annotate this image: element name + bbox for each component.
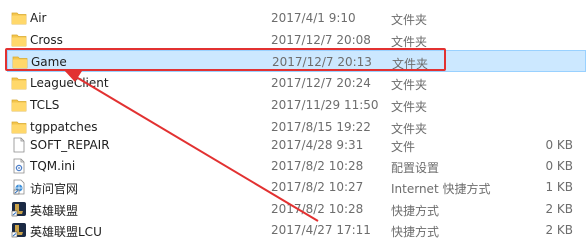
file-row-leagueclient[interactable]: LeagueClient 2017/12/7 20:24 文件夹	[7, 72, 586, 94]
file-name: 英雄联盟	[30, 204, 79, 218]
file-name: tgppatches	[30, 120, 98, 134]
file-date: 2017/8/15 19:22	[271, 120, 371, 134]
file-size: 0 KB	[545, 138, 573, 152]
game-shortcut-icon	[11, 201, 27, 217]
folder-icon	[11, 10, 27, 26]
folder-icon	[11, 32, 27, 48]
file-size: 2 KB	[545, 202, 573, 216]
file-date: 2017/4/28 9:31	[271, 138, 364, 152]
file-date: 2017/8/2 10:27	[271, 180, 364, 194]
file-name: TCLS	[30, 98, 60, 112]
file-size: 2 KB	[545, 223, 573, 237]
file-date: 2017/4/1 9:10	[271, 11, 356, 25]
file-row-air[interactable]: Air 2017/4/1 9:10 文件夹	[7, 7, 586, 29]
file-list: Air 2017/4/1 9:10 文件夹 Cross 2017/12/7 20…	[0, 0, 586, 244]
file-row-visit-website[interactable]: 访问官网 2017/8/2 10:27 Internet 快捷方式 1 KB	[7, 176, 586, 198]
file-date: 2017/12/7 20:24	[271, 76, 371, 90]
file-type: 文件夹	[391, 78, 428, 92]
annotation-highlight-box	[5, 48, 446, 71]
folder-icon	[11, 75, 27, 91]
file-date: 2017/4/27 17:11	[271, 223, 371, 237]
ini-file-icon	[11, 158, 27, 174]
file-type: Internet 快捷方式	[391, 182, 491, 196]
file-name: Air	[30, 11, 47, 25]
file-row-tcls[interactable]: TCLS 2017/11/29 11:50 文件夹	[7, 94, 586, 116]
file-size: 1 KB	[545, 180, 573, 194]
file-name: 英雄联盟LCU	[30, 225, 102, 239]
file-name: Cross	[30, 33, 63, 47]
file-type: 快捷方式	[391, 204, 440, 218]
file-size: 0 KB	[545, 159, 573, 173]
folder-icon	[11, 119, 27, 135]
blank-file-icon	[11, 137, 27, 153]
file-type: 文件夹	[391, 13, 428, 27]
file-name: TQM.ini	[30, 159, 76, 173]
file-date: 2017/8/2 10:28	[271, 202, 364, 216]
file-type: 配置设置	[391, 161, 440, 175]
file-row-lol-shortcut[interactable]: 英雄联盟 2017/8/2 10:28 快捷方式 2 KB	[7, 198, 586, 220]
file-name: LeagueClient	[30, 76, 109, 90]
game-shortcut-icon	[11, 222, 27, 238]
file-date: 2017/8/2 10:28	[271, 159, 364, 173]
file-row-soft-repair[interactable]: SOFT_REPAIR 2017/4/28 9:31 文件 0 KB	[7, 134, 586, 156]
folder-icon	[11, 97, 27, 113]
file-row-lol-lcu-shortcut[interactable]: 英雄联盟LCU 2017/4/27 17:11 快捷方式 2 KB	[7, 219, 586, 241]
file-date: 2017/11/29 11:50	[271, 98, 379, 112]
file-name: SOFT_REPAIR	[30, 138, 110, 152]
file-type: 文件夹	[391, 100, 428, 114]
file-date: 2017/12/7 20:08	[271, 33, 371, 47]
internet-shortcut-icon	[11, 179, 27, 195]
file-type: 文件	[391, 140, 416, 154]
file-type: 快捷方式	[391, 225, 440, 239]
file-row-tqm-ini[interactable]: TQM.ini 2017/8/2 10:28 配置设置 0 KB	[7, 155, 586, 177]
file-name: 访问官网	[30, 182, 79, 196]
